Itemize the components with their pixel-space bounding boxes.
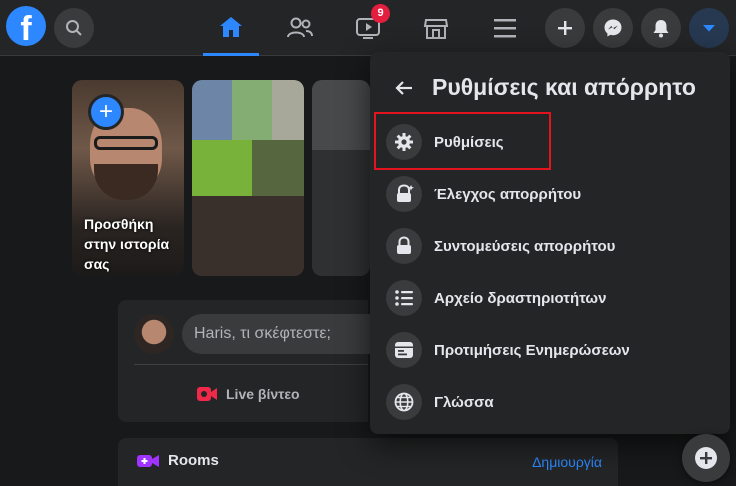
plus-icon: [558, 21, 572, 35]
messenger-icon: [604, 19, 622, 37]
facebook-logo[interactable]: f: [6, 6, 46, 46]
menu-icon: [494, 19, 516, 38]
back-button[interactable]: [386, 70, 422, 106]
create-story-card[interactable]: + Προσθήκη στην ιστορία σας: [72, 80, 184, 276]
story-pixel-block: [312, 150, 370, 276]
notifications-icon: [653, 20, 669, 38]
whats-on-your-mind-input[interactable]: Haris, τι σκέφτεστε;: [182, 314, 382, 354]
live-video-button[interactable]: Live βίντεο: [196, 378, 300, 410]
messenger-button[interactable]: [593, 8, 633, 48]
menu-item-privacy-shortcuts[interactable]: Συντομεύσεις απορρήτου: [378, 222, 722, 270]
live-video-icon: [197, 387, 217, 401]
privacy-check-icon: [386, 176, 422, 212]
composer-divider: [134, 364, 368, 365]
story-pixel-block: [252, 140, 304, 196]
story-card[interactable]: [312, 80, 370, 276]
menu-item-privacy-checkup[interactable]: Έλεγχος απορρήτου: [378, 170, 722, 218]
story-photo-glasses: [94, 136, 158, 150]
story-pixel-block: [192, 196, 304, 276]
create-room-link[interactable]: Δημιουργία: [532, 454, 602, 470]
top-navigation-bar: f 9: [0, 0, 736, 56]
story-pixel-block: [232, 80, 272, 140]
story-card[interactable]: [192, 80, 304, 276]
story-pixel-block: [312, 80, 370, 150]
settings-highlight-box: [374, 112, 551, 170]
tab-watch[interactable]: 9: [340, 0, 396, 56]
live-video-label: Live βίντεο: [226, 386, 300, 402]
arrow-left-icon: [395, 81, 412, 95]
rooms-header: Rooms: [136, 452, 219, 469]
tab-marketplace[interactable]: [408, 0, 464, 56]
settings-privacy-menu: Ρυθμίσεις και απόρρητο Ρυθμίσεις Έλεγχος…: [370, 52, 730, 434]
globe-icon: [386, 384, 422, 420]
story-pixel-block: [192, 140, 252, 196]
menu-item-label: Έλεγχος απορρήτου: [434, 185, 582, 203]
story-pixel-block: [192, 80, 232, 140]
tab-home[interactable]: [203, 0, 259, 56]
notifications-button[interactable]: [641, 8, 681, 48]
friends-icon: [287, 17, 313, 38]
marketplace-icon: [423, 19, 449, 39]
add-story-plus-icon: +: [88, 94, 124, 130]
search-icon: [66, 20, 82, 36]
avatar[interactable]: [134, 314, 174, 354]
new-message-button[interactable]: [682, 434, 730, 482]
account-button[interactable]: [689, 8, 729, 48]
activity-log-icon: [386, 280, 422, 316]
story-pixel-block: [272, 80, 304, 140]
create-story-label: Προσθήκη στην ιστορία σας: [84, 216, 170, 272]
lock-icon: [386, 228, 422, 264]
menu-item-label: Γλώσσα: [434, 393, 494, 411]
menu-title: Ρυθμίσεις και απόρρητο: [432, 74, 696, 100]
tab-menu[interactable]: [477, 0, 533, 56]
menu-item-label: Αρχείο δραστηριοτήτων: [434, 289, 607, 307]
create-button[interactable]: [545, 8, 585, 48]
menu-item-label: Προτιμήσεις Ενημερώσεων: [434, 341, 630, 359]
home-icon: [220, 16, 242, 37]
menu-item-activity-log[interactable]: Αρχείο δραστηριοτήτων: [378, 274, 722, 322]
watch-notification-badge: 9: [371, 4, 390, 23]
rooms-title: Rooms: [168, 452, 219, 469]
menu-item-language[interactable]: Γλώσσα: [378, 378, 722, 426]
tab-friends[interactable]: [272, 0, 328, 56]
news-feed-preferences-icon: [386, 332, 422, 368]
new-message-plus-icon: [695, 447, 717, 469]
rooms-video-icon: [137, 454, 159, 467]
menu-item-news-feed-preferences[interactable]: Προτιμήσεις Ενημερώσεων: [378, 326, 722, 374]
story-photo-detail: [94, 164, 158, 200]
post-composer: Haris, τι σκέφτεστε; Live βίντεο: [118, 300, 382, 422]
search-button[interactable]: [54, 8, 94, 48]
rooms-panel: Rooms Δημιουργία: [118, 438, 618, 486]
menu-item-label: Συντομεύσεις απορρήτου: [434, 237, 616, 255]
account-chevron-icon: [703, 25, 715, 32]
